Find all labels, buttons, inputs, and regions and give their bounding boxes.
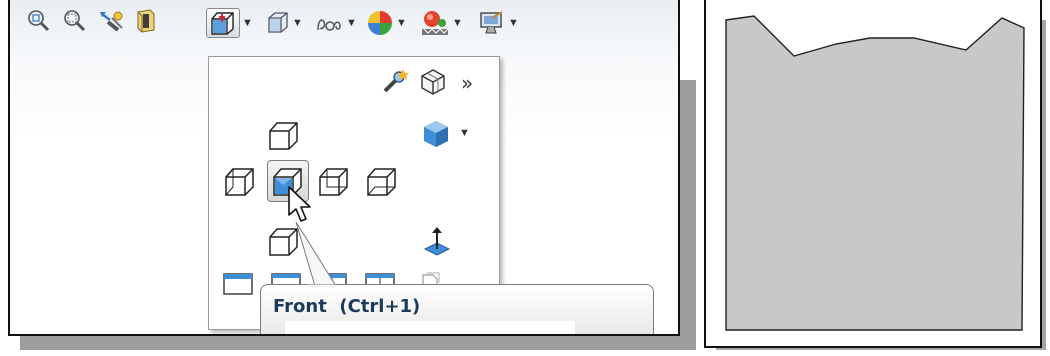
part-front-profile bbox=[725, 15, 1025, 331]
tooltip-title: Front (Ctrl+1) bbox=[273, 296, 421, 317]
front-view-preview bbox=[704, 0, 1042, 348]
tooltip-body bbox=[285, 321, 575, 334]
graphics-area[interactable]: ▼ ▼ ▼ ▼ ▼ ▼ » ▼ Front (Ctrl+1) bbox=[8, 0, 680, 336]
tooltip: Front (Ctrl+1) bbox=[260, 284, 654, 334]
